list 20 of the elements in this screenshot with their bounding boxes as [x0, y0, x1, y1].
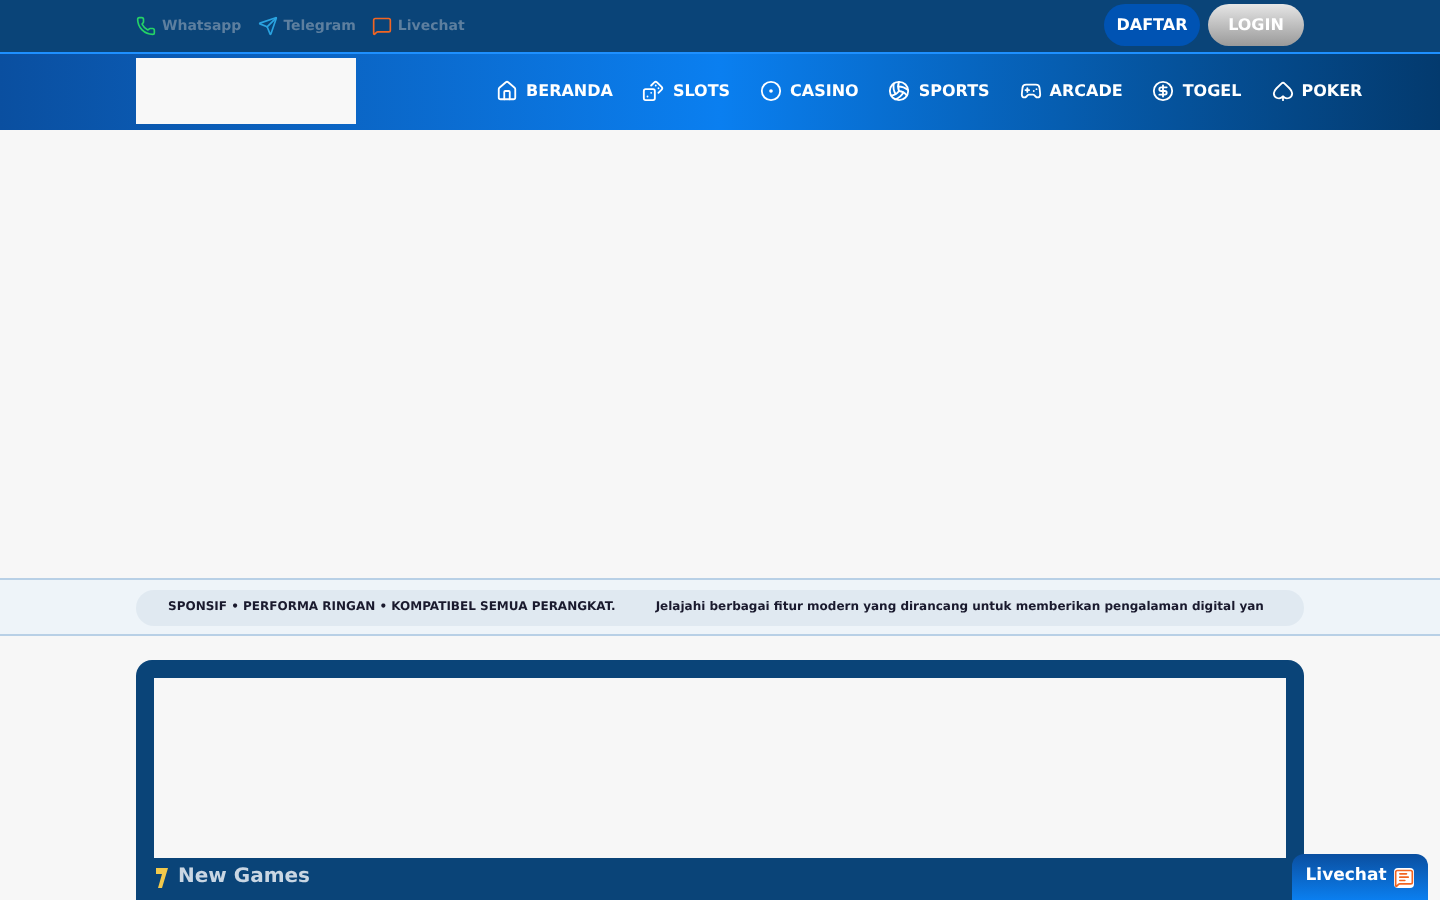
register-button[interactable]: DAFTAR — [1104, 4, 1200, 47]
phone-icon — [136, 15, 156, 36]
nav-link[interactable]: BERANDA — [496, 79, 613, 104]
coin-icon — [1152, 80, 1175, 103]
section-title: New Games — [178, 864, 310, 892]
nav-link[interactable]: TOGEL — [1152, 79, 1242, 104]
livechat-button[interactable]: Livechat — [1292, 854, 1428, 900]
paper-plane-icon — [257, 15, 278, 36]
chat-icon — [371, 15, 392, 36]
nav-link[interactable]: SPORTS — [888, 79, 990, 104]
spade-icon — [1271, 80, 1294, 103]
gamepad-icon — [1019, 80, 1042, 103]
dice-icon — [642, 80, 665, 103]
nav-link[interactable]: ARCADE — [1019, 79, 1123, 104]
ball-icon — [888, 80, 911, 103]
nav-link[interactable]: CASINO — [760, 79, 859, 104]
home-icon — [496, 80, 518, 103]
nav-link[interactable]: POKER — [1271, 79, 1363, 104]
chat-icon — [1394, 867, 1415, 887]
nav-link[interactable]: SLOTS — [642, 79, 731, 104]
